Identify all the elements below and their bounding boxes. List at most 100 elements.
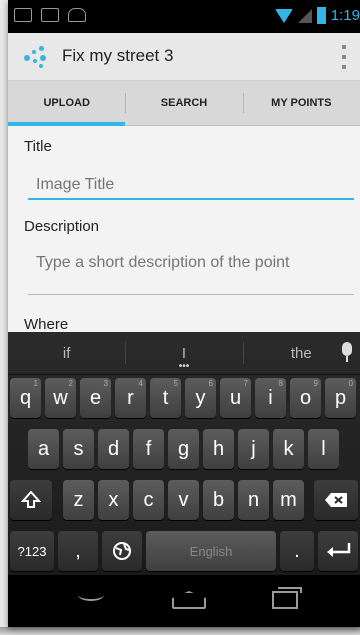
- signal-icon: [297, 8, 312, 23]
- key-x[interactable]: x: [98, 480, 129, 520]
- key-m[interactable]: m: [273, 480, 304, 520]
- key-label: v: [178, 488, 189, 511]
- key-label: x: [108, 488, 119, 511]
- description-underline: [28, 294, 354, 295]
- key-d[interactable]: d: [98, 429, 129, 469]
- key-label: d: [107, 437, 120, 460]
- key-l[interactable]: l: [308, 429, 339, 469]
- key-label: w: [53, 386, 68, 409]
- overflow-menu-icon[interactable]: [340, 45, 348, 69]
- title-input[interactable]: [28, 174, 354, 196]
- key-q[interactable]: q1: [10, 378, 41, 418]
- key-hint: 2: [68, 379, 73, 388]
- key-j[interactable]: j: [238, 429, 269, 469]
- keyboard-icon: [14, 8, 32, 22]
- navigation-bar: [8, 575, 360, 627]
- back-icon[interactable]: [72, 587, 112, 615]
- app-title: Fix my street 3: [62, 46, 174, 65]
- image-icon: [41, 8, 59, 22]
- key-label: k: [283, 437, 294, 460]
- more-suggestions-icon: •••: [178, 361, 190, 372]
- recent-apps-icon[interactable]: [266, 587, 306, 615]
- key-label: h: [212, 437, 225, 460]
- suggestion-item[interactable]: I •••: [125, 332, 242, 374]
- key-n[interactable]: n: [238, 480, 269, 520]
- symbols-key[interactable]: ?123: [10, 531, 54, 571]
- home-icon[interactable]: [168, 587, 208, 615]
- upload-form: Title Description Where: [8, 126, 360, 333]
- globe-icon: [113, 542, 131, 560]
- key-b[interactable]: b: [203, 480, 234, 520]
- key-label: s: [73, 437, 84, 460]
- key-v[interactable]: v: [168, 480, 199, 520]
- key-k[interactable]: k: [273, 429, 304, 469]
- key-label: r: [127, 386, 134, 409]
- backspace-key[interactable]: [314, 480, 358, 520]
- app-dots-icon[interactable]: [24, 46, 50, 68]
- tab-upload[interactable]: UPLOAD: [8, 81, 126, 126]
- wifi-icon: [274, 8, 293, 23]
- key-hint: 5: [173, 379, 178, 388]
- key-label: f: [145, 437, 152, 460]
- key-label: y: [195, 386, 206, 409]
- microphone-icon[interactable]: [342, 342, 352, 362]
- key-label: l: [321, 437, 326, 460]
- key-label: a: [37, 437, 50, 460]
- key-label: z: [73, 488, 84, 511]
- comma-key[interactable]: ,: [58, 531, 98, 571]
- key-s[interactable]: s: [63, 429, 94, 469]
- key-o[interactable]: o9: [290, 378, 321, 418]
- battery-icon: [316, 7, 326, 24]
- key-hint: 0: [348, 379, 353, 388]
- key-label: o: [299, 386, 312, 409]
- key-hint: 6: [208, 379, 213, 388]
- key-i[interactable]: i8: [255, 378, 286, 418]
- frame-shadow: [0, 627, 360, 635]
- period-key[interactable]: .: [280, 531, 314, 571]
- tab-my-points[interactable]: MY POINTS: [242, 81, 360, 125]
- key-label: b: [212, 488, 225, 511]
- description-label: Description: [24, 218, 100, 235]
- key-e[interactable]: e3: [80, 378, 111, 418]
- key-y[interactable]: y6: [185, 378, 216, 418]
- where-label: Where: [24, 316, 69, 333]
- key-c[interactable]: c: [133, 480, 164, 520]
- key-label: p: [334, 386, 347, 409]
- key-label: c: [143, 488, 154, 511]
- title-label: Title: [24, 138, 52, 155]
- key-h[interactable]: h: [203, 429, 234, 469]
- shift-key[interactable]: [10, 480, 52, 520]
- space-key[interactable]: English: [146, 531, 276, 571]
- key-g[interactable]: g: [168, 429, 199, 469]
- key-hint: 1: [33, 379, 38, 388]
- key-a[interactable]: a: [28, 429, 59, 469]
- suggestion-text: I: [181, 344, 187, 362]
- description-input[interactable]: [28, 252, 354, 274]
- status-time: 1:19: [330, 7, 360, 24]
- key-u[interactable]: u7: [220, 378, 251, 418]
- key-hint: 4: [138, 379, 143, 388]
- key-label: t: [162, 386, 169, 409]
- language-key[interactable]: [102, 531, 142, 571]
- key-p[interactable]: p0: [325, 378, 356, 418]
- enter-key[interactable]: [318, 531, 358, 571]
- key-w[interactable]: w2: [45, 378, 76, 418]
- key-label: u: [229, 386, 242, 409]
- key-r[interactable]: r4: [115, 378, 146, 418]
- key-z[interactable]: z: [63, 480, 94, 520]
- shift-icon: [21, 490, 41, 508]
- key-label: i: [268, 386, 273, 409]
- suggestion-item[interactable]: if: [8, 332, 125, 374]
- tab-bar: UPLOAD SEARCH MY POINTS: [8, 81, 360, 126]
- key-t[interactable]: t5: [150, 378, 181, 418]
- android-icon: [68, 8, 86, 22]
- key-label: n: [247, 488, 260, 511]
- key-label: g: [177, 437, 190, 460]
- soft-keyboard: if I ••• the ?123 , English . q 1 w 2 e …: [8, 332, 360, 575]
- tab-search[interactable]: SEARCH: [125, 81, 242, 125]
- suggestion-strip: if I ••• the: [8, 332, 360, 375]
- key-f[interactable]: f: [133, 429, 164, 469]
- key-label: j: [251, 437, 256, 460]
- status-bar: 1:19: [8, 0, 360, 33]
- key-label: q: [19, 386, 32, 409]
